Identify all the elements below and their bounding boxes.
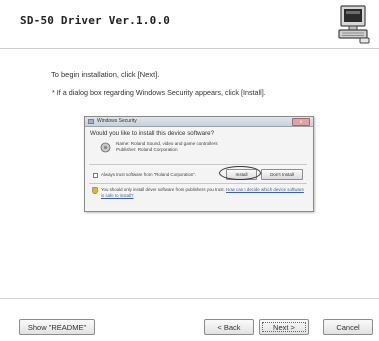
dialog-question: Would you like to install this device so… (90, 130, 215, 137)
window-icon (88, 119, 94, 124)
dialog-driver-info: Name: Roland Sound, video and game contr… (116, 141, 218, 153)
dialog-title: Windows Security (97, 118, 137, 124)
dialog-titlebar: Windows Security ✕ (85, 117, 313, 127)
dialog-dont-install-button: Don't Install (261, 169, 303, 180)
back-button[interactable]: < Back (204, 319, 254, 335)
dialog-divider-2 (89, 183, 307, 184)
driver-publisher-line: Publisher: Roland Corporation (116, 147, 178, 152)
always-trust-label: Always trust software from "Roland Corpo… (101, 172, 197, 177)
content-area: To begin installation, click [Next]. * I… (0, 49, 379, 298)
next-button[interactable]: Next > (259, 319, 309, 335)
shield-icon (92, 187, 98, 194)
warning-text: You should only install driver software … (101, 187, 225, 192)
cancel-button[interactable]: Cancel (323, 319, 373, 335)
device-driver-icon (100, 142, 111, 153)
focus-ring (262, 322, 306, 332)
show-readme-button[interactable]: Show "README" (19, 319, 95, 335)
windows-security-note: * If a dialog box regarding Windows Secu… (52, 88, 266, 97)
close-icon: ✕ (292, 118, 310, 126)
install-highlight-circle (219, 166, 261, 180)
windows-security-dialog-image: Windows Security ✕ Would you like to ins… (84, 116, 314, 212)
installer-header: SD-50 Driver Ver.1.0.0 (0, 0, 379, 49)
computer-icon (338, 5, 370, 44)
dialog-divider (89, 164, 307, 165)
dialog-warning: You should only install driver software … (101, 187, 305, 199)
installer-window: SD-50 Driver Ver.1.0.0 To begin installa… (0, 0, 379, 340)
instruction-text: To begin installation, click [Next]. (51, 70, 160, 79)
always-trust-checkbox (93, 173, 98, 178)
app-title: SD-50 Driver Ver.1.0.0 (20, 14, 171, 27)
button-bar: Show "README" < Back Next > Cancel (0, 298, 379, 341)
